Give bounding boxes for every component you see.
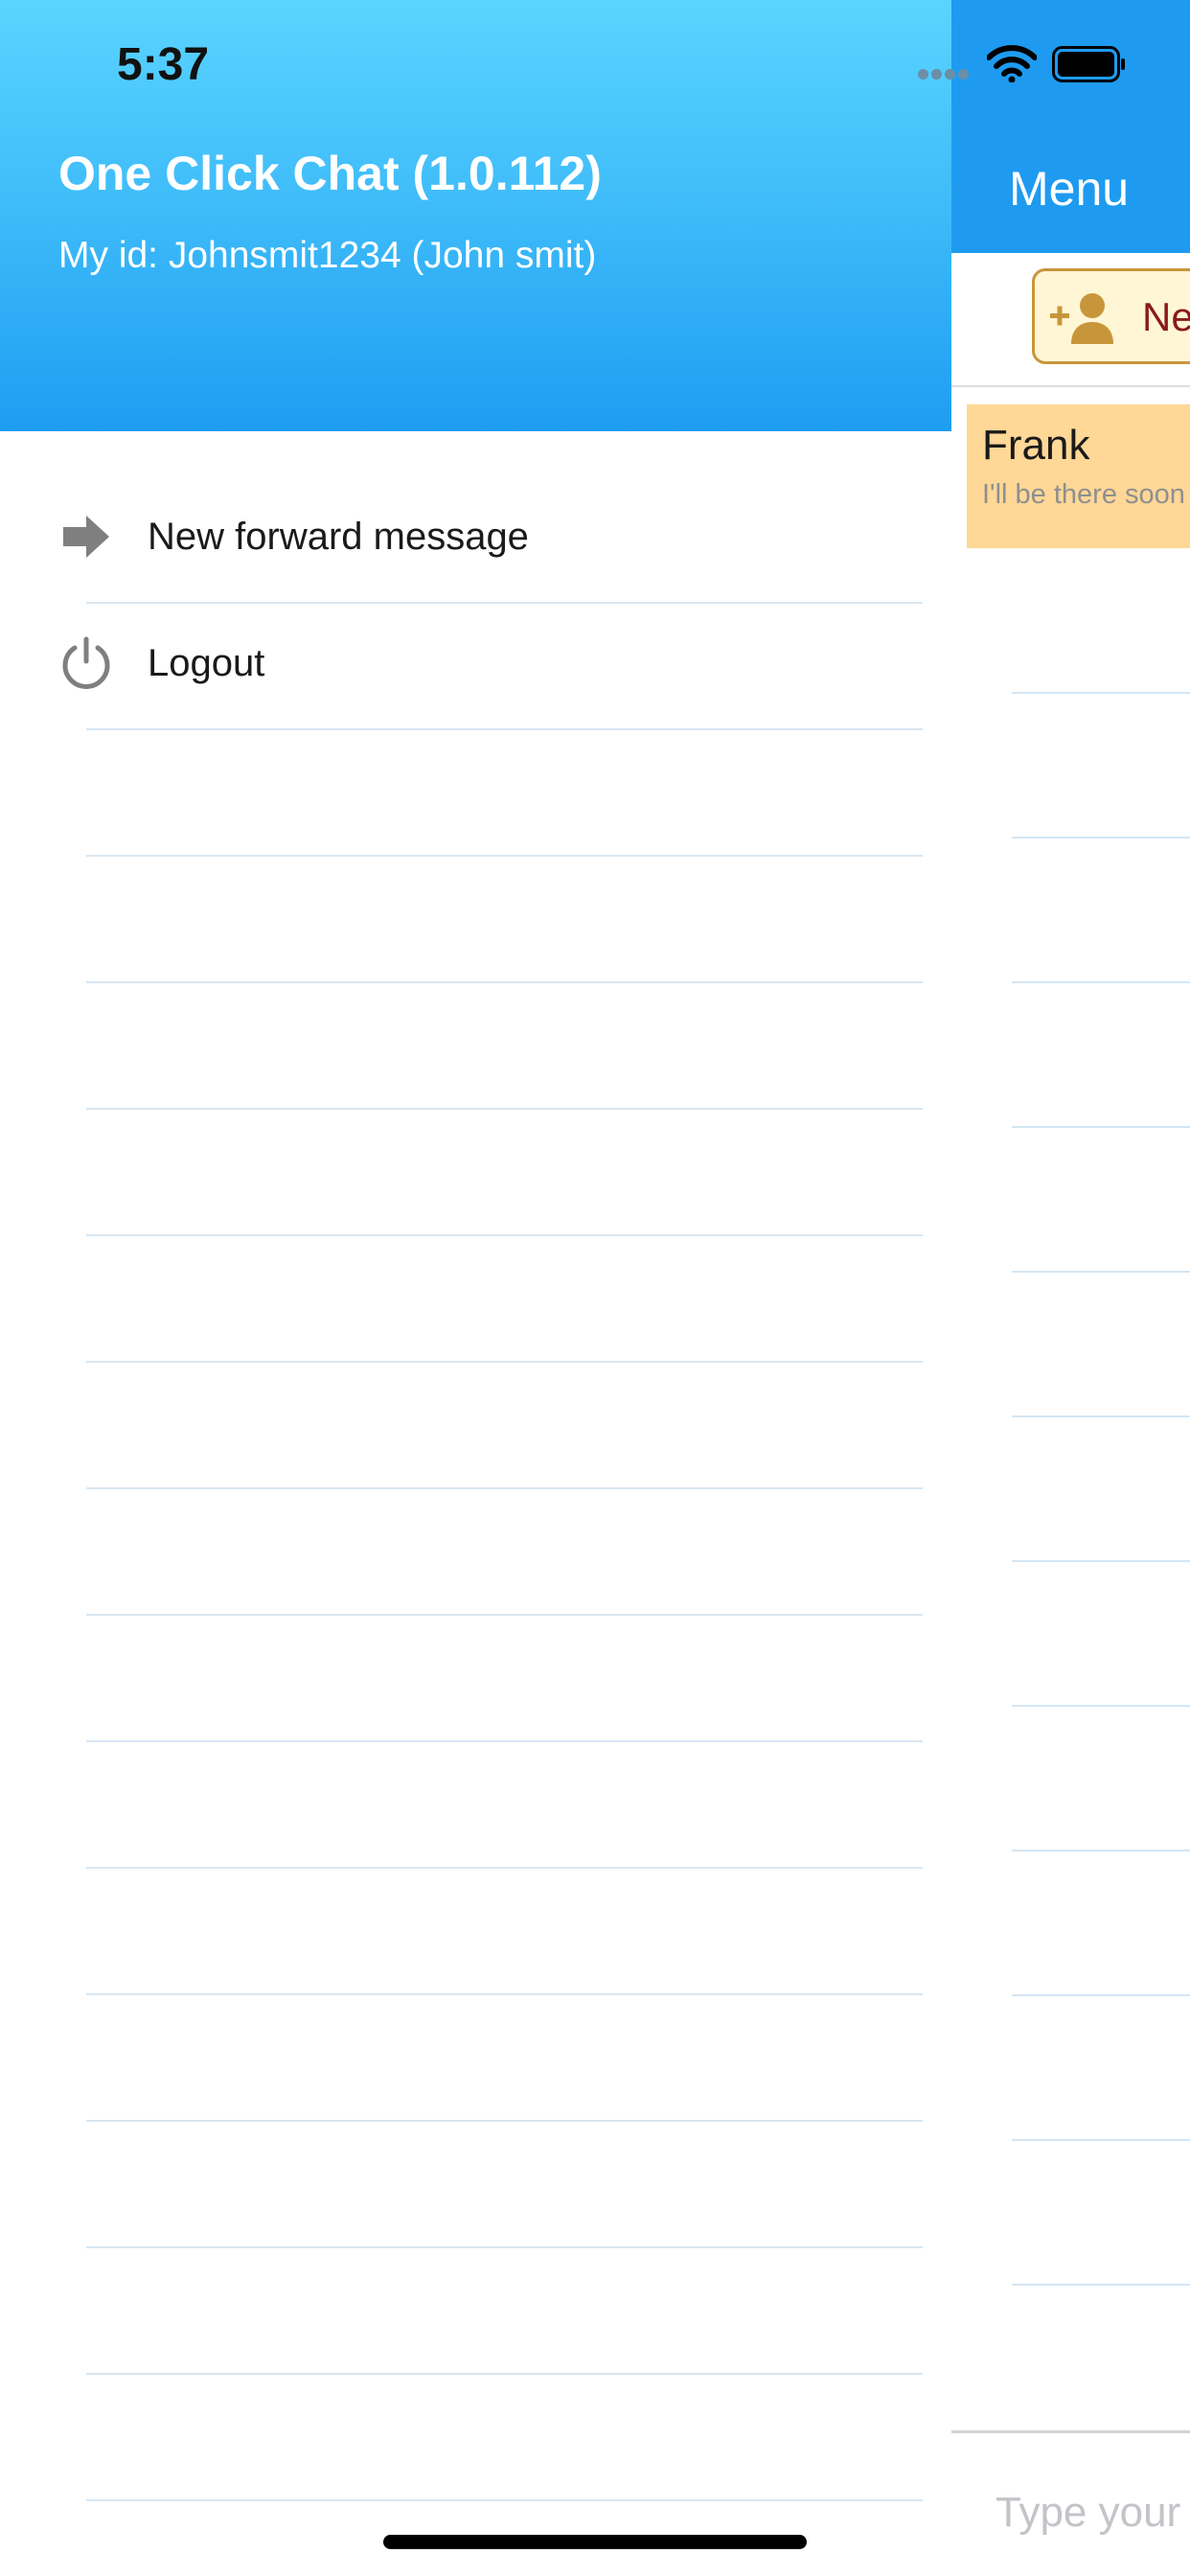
menu-item-label: New forward message [148,516,529,558]
row-divider [86,1108,923,1110]
row-divider [1012,1560,1190,1562]
row-divider [86,1614,923,1616]
row-divider [1012,981,1190,983]
my-id-label: My id: Johnsmit1234 (John smit) [58,235,597,276]
signal-dot [918,69,928,80]
row-divider [1012,1271,1190,1273]
row-divider [86,2373,923,2375]
row-divider [86,2246,923,2248]
menu-title[interactable]: Menu [1009,161,1129,217]
row-divider [1012,2139,1190,2141]
conversation-name: Frank [982,422,1090,469]
row-divider [1012,1850,1190,1852]
signal-dot [945,69,955,80]
menu-item-label: Logout [148,642,265,684]
main-header: Menu [951,0,1190,253]
row-divider [1012,692,1190,694]
message-input[interactable] [995,2479,1190,2546]
menu-item-new-forward-message[interactable]: New forward message [0,475,951,600]
row-divider [1012,1705,1190,1707]
wifi-icon [987,45,1037,82]
main-screen: Menu New Frank I'll be there soon [951,0,1190,2576]
row-divider [86,1234,923,1236]
menu-item-logout[interactable]: Logout [0,602,951,726]
signal-dot [931,69,942,80]
new-contact-label: New [1142,294,1190,339]
row-divider [86,2120,923,2122]
screen: Menu New Frank I'll be there soon [0,0,1190,2576]
signal-dot [958,69,969,80]
forward-arrow-icon [63,516,109,558]
row-divider [1012,1415,1190,1417]
status-time: 5:37 [117,39,210,90]
row-divider [86,1361,923,1363]
row-divider [86,2499,923,2501]
row-divider [86,855,923,857]
row-divider [1012,2284,1190,2286]
row-divider [86,1740,923,1742]
power-icon [62,636,110,689]
home-indicator [383,2535,807,2549]
row-divider [1012,1126,1190,1128]
conversation-item[interactable]: Frank I'll be there soon [967,404,1190,548]
app-title: One Click Chat (1.0.112) [58,147,602,200]
row-divider [86,1867,923,1869]
person-plus-icon [1050,293,1113,344]
row-divider [86,981,923,983]
row-divider [86,728,923,730]
side-drawer: One Click Chat (1.0.112) My id: Johnsmit… [0,0,951,2576]
row-divider [1012,1994,1190,1996]
row-divider [1012,837,1190,839]
row-divider [86,1993,923,1995]
new-contact-button[interactable]: New [1032,268,1190,364]
battery-icon [1052,46,1125,82]
message-bar [951,2430,1190,2576]
conversation-preview: I'll be there soon [982,479,1185,510]
row-divider [86,1487,923,1489]
